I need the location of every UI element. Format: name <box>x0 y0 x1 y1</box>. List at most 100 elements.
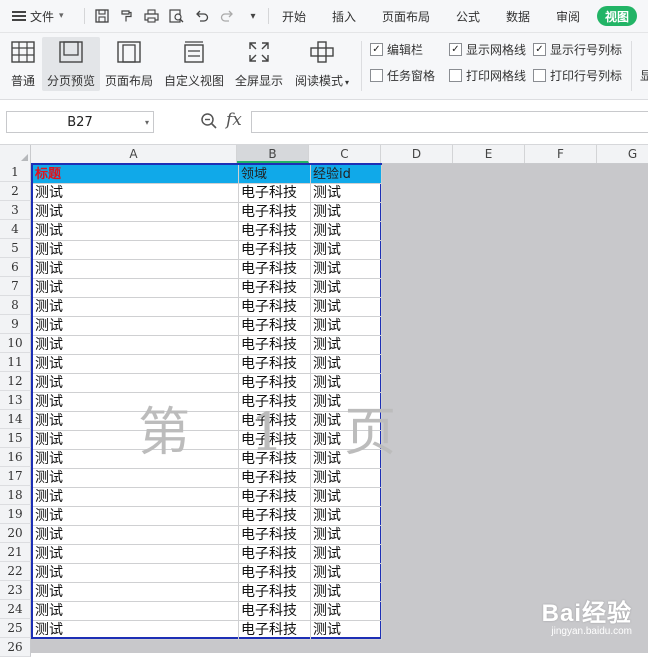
table-cell[interactable]: 电子科技 <box>239 450 311 469</box>
tab-review[interactable]: 审阅 <box>556 0 580 32</box>
header-cell[interactable]: 经验id <box>311 165 382 184</box>
row-header[interactable]: 22 <box>0 562 31 581</box>
normal-view-button[interactable]: 普通 <box>4 37 42 91</box>
table-cell[interactable]: 测试 <box>311 488 382 507</box>
table-cell[interactable]: 电子科技 <box>239 374 311 393</box>
table-cell[interactable]: 测试 <box>311 298 382 317</box>
custom-view-button[interactable]: 自定义视图 <box>162 37 226 91</box>
row-header[interactable]: 24 <box>0 600 31 619</box>
table-cell[interactable]: 测试 <box>311 203 382 222</box>
customize-toolbar-icon[interactable]: ▾ <box>243 0 263 32</box>
file-menu[interactable]: 文件 ▾ <box>12 0 64 32</box>
save-icon[interactable] <box>92 0 112 32</box>
column-header-d[interactable]: D <box>381 145 453 163</box>
tab-insert[interactable]: 插入 <box>332 0 356 32</box>
row-header[interactable]: 17 <box>0 467 31 486</box>
table-cell[interactable]: 测试 <box>33 241 239 260</box>
table-cell[interactable]: 电子科技 <box>239 393 311 412</box>
row-header[interactable]: 2 <box>0 182 31 201</box>
table-cell[interactable]: 测试 <box>311 450 382 469</box>
table-cell[interactable]: 测试 <box>33 393 239 412</box>
table-cell[interactable]: 测试 <box>33 374 239 393</box>
table-cell[interactable]: 电子科技 <box>239 602 311 621</box>
header-cell[interactable]: 标题 <box>33 165 239 184</box>
tab-formulas[interactable]: 公式 <box>456 0 480 32</box>
tab-page-layout[interactable]: 页面布局 <box>382 0 430 32</box>
table-cell[interactable]: 测试 <box>33 279 239 298</box>
table-cell[interactable]: 测试 <box>311 545 382 564</box>
header-cell[interactable]: 领域 <box>239 165 311 184</box>
checkbox-show-headings[interactable]: ✓ 显示行号列标 <box>533 41 622 58</box>
table-cell[interactable]: 测试 <box>311 241 382 260</box>
table-cell[interactable]: 测试 <box>33 602 239 621</box>
table-cell[interactable]: 测试 <box>311 222 382 241</box>
undo-icon[interactable] <box>192 0 212 32</box>
table-cell[interactable]: 测试 <box>33 260 239 279</box>
reading-mode-button[interactable]: 阅读模式 ▾ <box>291 37 353 91</box>
table-cell[interactable]: 电子科技 <box>239 279 311 298</box>
table-cell[interactable]: 测试 <box>311 507 382 526</box>
table-cell[interactable]: 电子科技 <box>239 583 311 602</box>
table-cell[interactable]: 测试 <box>311 431 382 450</box>
table-cell[interactable]: 测试 <box>311 526 382 545</box>
page-break-preview-button[interactable]: 分页预览 <box>42 37 100 91</box>
redo-icon[interactable] <box>217 0 237 32</box>
table-cell[interactable]: 电子科技 <box>239 488 311 507</box>
format-painter-icon[interactable] <box>116 0 136 32</box>
row-header[interactable]: 20 <box>0 524 31 543</box>
row-header[interactable]: 14 <box>0 410 31 429</box>
row-header[interactable]: 16 <box>0 448 31 467</box>
table-cell[interactable]: 测试 <box>33 564 239 583</box>
table-cell[interactable]: 测试 <box>311 621 382 640</box>
row-header[interactable]: 1 <box>0 163 31 182</box>
print-icon[interactable] <box>141 0 161 32</box>
fx-icon[interactable]: fx <box>226 110 242 130</box>
table-cell[interactable]: 测试 <box>33 621 239 640</box>
table-cell[interactable]: 电子科技 <box>239 431 311 450</box>
name-box[interactable]: B27 ▾ <box>6 111 154 133</box>
table-cell[interactable]: 测试 <box>33 412 239 431</box>
table-cell[interactable]: 测试 <box>311 602 382 621</box>
table-cell[interactable]: 测试 <box>311 583 382 602</box>
row-header[interactable]: 9 <box>0 315 31 334</box>
table-cell[interactable]: 测试 <box>33 526 239 545</box>
row-header[interactable]: 23 <box>0 581 31 600</box>
table-cell[interactable]: 测试 <box>311 393 382 412</box>
table-cell[interactable]: 测试 <box>311 564 382 583</box>
table-cell[interactable]: 电子科技 <box>239 526 311 545</box>
table-cell[interactable]: 测试 <box>33 184 239 203</box>
table-cell[interactable]: 测试 <box>33 545 239 564</box>
checkbox-print-gridlines[interactable]: 打印网格线 <box>449 67 526 84</box>
checkbox-task-pane[interactable]: 任务窗格 <box>370 67 435 84</box>
tab-home[interactable]: 开始 <box>282 0 306 32</box>
row-header[interactable]: 15 <box>0 429 31 448</box>
print-preview-icon[interactable] <box>166 0 186 32</box>
row-header[interactable]: 18 <box>0 486 31 505</box>
column-header-b[interactable]: B <box>237 145 309 163</box>
column-header-a[interactable]: A <box>31 145 237 163</box>
table-cell[interactable]: 测试 <box>311 184 382 203</box>
table-cell[interactable]: 测试 <box>33 583 239 602</box>
page-layout-view-button[interactable]: 页面布局 <box>102 37 156 91</box>
row-header[interactable]: 7 <box>0 277 31 296</box>
table-cell[interactable]: 电子科技 <box>239 621 311 640</box>
row-header[interactable]: 4 <box>0 220 31 239</box>
table-cell[interactable]: 测试 <box>33 507 239 526</box>
row-header[interactable]: 3 <box>0 201 31 220</box>
select-all-corner[interactable] <box>0 145 31 163</box>
table-cell[interactable]: 测试 <box>311 260 382 279</box>
row-header[interactable]: 11 <box>0 353 31 372</box>
row-header[interactable]: 8 <box>0 296 31 315</box>
table-cell[interactable]: 测试 <box>311 317 382 336</box>
row-header[interactable]: 6 <box>0 258 31 277</box>
row-header[interactable]: 21 <box>0 543 31 562</box>
table-cell[interactable]: 电子科技 <box>239 507 311 526</box>
table-cell[interactable]: 测试 <box>311 355 382 374</box>
table-cell[interactable]: 测试 <box>33 317 239 336</box>
formula-input[interactable] <box>251 111 648 133</box>
row-header[interactable]: 26 <box>0 638 31 657</box>
table-cell[interactable]: 测试 <box>33 355 239 374</box>
row-header[interactable]: 25 <box>0 619 31 638</box>
table-cell[interactable]: 测试 <box>33 469 239 488</box>
table-cell[interactable]: 电子科技 <box>239 545 311 564</box>
